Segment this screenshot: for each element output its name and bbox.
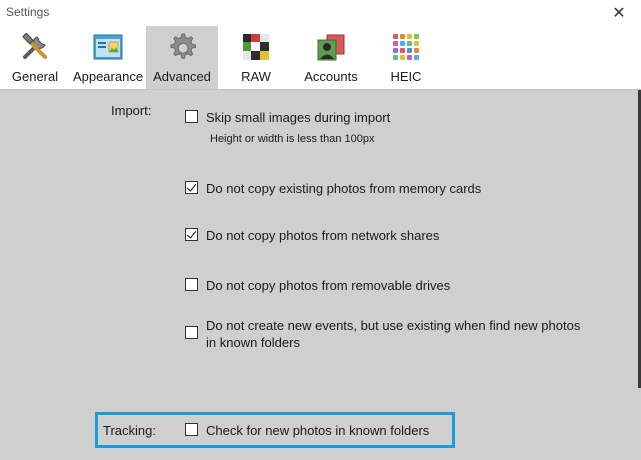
tab-appearance[interactable]: Appearance bbox=[70, 26, 146, 89]
accounts-icon bbox=[317, 34, 345, 61]
skip-small-images-option[interactable]: Skip small images during import bbox=[185, 109, 390, 126]
use-existing-events-label: Do not create new events, but use existi… bbox=[206, 317, 580, 351]
skip-small-images-hint: Height or width is less than 100px bbox=[210, 133, 375, 145]
settings-window: Settings ✕ General Appearance Advanced R… bbox=[0, 0, 641, 460]
close-icon: ✕ bbox=[612, 5, 626, 22]
use-existing-events-option[interactable]: Do not create new events, but use existi… bbox=[185, 317, 580, 351]
tracking-section-label: Tracking: bbox=[103, 423, 156, 438]
raw-color-grid-icon bbox=[243, 34, 269, 60]
settings-toolbar: General Appearance Advanced RAW Accounts… bbox=[0, 26, 641, 90]
check-new-photos-checkbox[interactable] bbox=[185, 423, 198, 436]
tab-general[interactable]: General bbox=[4, 26, 66, 89]
tab-heic[interactable]: HEIC bbox=[376, 26, 436, 89]
network-shares-label: Do not copy photos from network shares bbox=[206, 228, 440, 243]
removable-drives-checkbox[interactable] bbox=[185, 278, 198, 291]
gear-icon bbox=[170, 33, 196, 59]
tab-appearance-label: Appearance bbox=[72, 69, 144, 84]
tab-accounts-label: Accounts bbox=[304, 69, 358, 84]
tab-accounts[interactable]: Accounts bbox=[298, 26, 364, 89]
title-bar: Settings ✕ bbox=[0, 0, 641, 26]
close-button[interactable]: ✕ bbox=[597, 0, 641, 26]
heic-grid-icon bbox=[393, 34, 419, 60]
removable-drives-option[interactable]: Do not copy photos from removable drives bbox=[185, 277, 450, 294]
tab-advanced[interactable]: Advanced bbox=[146, 26, 218, 89]
network-shares-option[interactable]: Do not copy photos from network shares bbox=[185, 227, 439, 244]
tab-advanced-label: Advanced bbox=[153, 69, 211, 84]
import-section-label: Import: bbox=[111, 103, 152, 118]
memory-cards-option[interactable]: Do not copy existing photos from memory … bbox=[185, 180, 481, 197]
memory-cards-checkbox[interactable] bbox=[185, 181, 198, 194]
window-title: Settings bbox=[6, 5, 50, 19]
skip-small-images-label: Skip small images during import bbox=[206, 110, 391, 125]
network-shares-checkbox[interactable] bbox=[185, 228, 198, 241]
tab-heic-label: HEIC bbox=[390, 69, 422, 84]
use-existing-events-label-line2: in known folders bbox=[206, 335, 300, 350]
use-existing-events-checkbox[interactable] bbox=[185, 326, 198, 339]
tab-raw[interactable]: RAW bbox=[226, 26, 286, 89]
use-existing-events-label-line1: Do not create new events, but use existi… bbox=[206, 318, 581, 333]
window-appearance-icon bbox=[93, 34, 123, 60]
tools-icon bbox=[22, 33, 47, 59]
check-new-photos-label: Check for new photos in known folders bbox=[206, 423, 430, 438]
memory-cards-label: Do not copy existing photos from memory … bbox=[206, 181, 482, 196]
removable-drives-label: Do not copy photos from removable drives bbox=[206, 278, 451, 293]
tab-raw-label: RAW bbox=[241, 69, 271, 84]
skip-small-images-checkbox[interactable] bbox=[185, 110, 198, 123]
tab-general-label: General bbox=[11, 69, 59, 84]
check-new-photos-option[interactable]: Check for new photos in known folders bbox=[185, 422, 429, 439]
